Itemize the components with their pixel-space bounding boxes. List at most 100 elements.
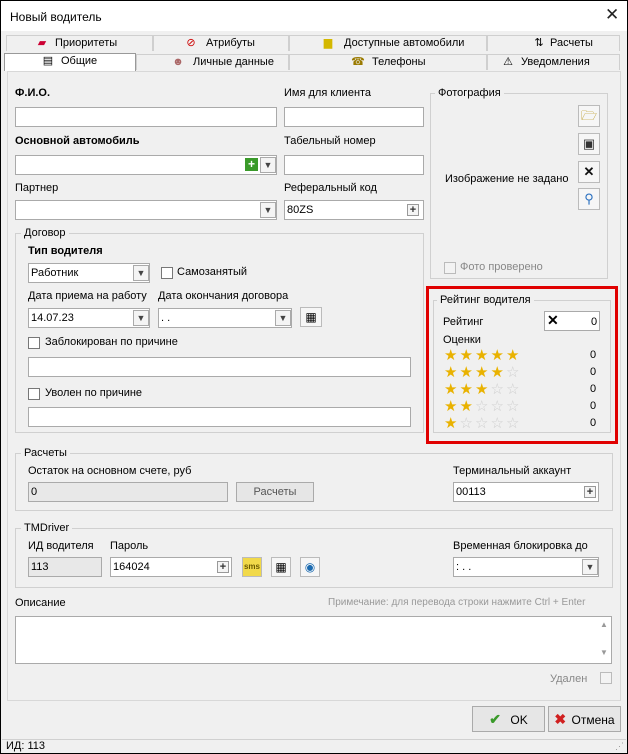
password-input[interactable]: 164024: [110, 557, 232, 577]
ok-label: OK: [510, 713, 528, 727]
tab-label: Атрибуты: [206, 37, 255, 49]
tab-phones[interactable]: ☎ Телефоны: [289, 54, 487, 70]
star-icon: ☆: [475, 415, 489, 432]
chevron-down-icon[interactable]: ▼: [582, 559, 598, 575]
star-icon: ☆: [506, 398, 520, 415]
hire-date-label: Дата приема на работу: [28, 290, 147, 302]
general-icon: ▤: [42, 55, 54, 67]
cancel-x-icon: ✖: [554, 711, 567, 727]
star-icon: ☆: [506, 415, 520, 432]
taxi-icon: ▆: [323, 37, 333, 49]
client-name-input[interactable]: [284, 107, 424, 127]
password-plus-icon[interactable]: +: [217, 561, 229, 573]
grade-count: 0: [590, 366, 597, 378]
referral-label: Реферальный код: [284, 182, 377, 194]
star-icon: ☆: [459, 415, 473, 432]
ok-button[interactable]: ✔ OK: [472, 706, 545, 732]
temp-block-input[interactable]: : . .: [453, 557, 599, 577]
blocked-checkbox[interactable]: [28, 337, 40, 349]
cancel-button[interactable]: ✖ Отмена: [548, 706, 621, 732]
terminal-label: Терминальный аккаунт: [453, 465, 572, 477]
deleted-checkbox[interactable]: [600, 672, 612, 684]
referral-plus-icon[interactable]: +: [407, 204, 419, 216]
star-icon: ★: [459, 364, 473, 381]
photo-verified-label: Фото проверено: [460, 261, 543, 273]
close-icon[interactable]: ✕: [605, 6, 619, 24]
save-icon[interactable]: ▣: [578, 133, 600, 155]
star-icon: ☆: [475, 398, 489, 415]
referral-input[interactable]: 80ZS: [284, 200, 424, 220]
star-icon: ★: [444, 364, 458, 381]
tab-number-label: Табельный номер: [284, 135, 376, 147]
tab-settlements[interactable]: ⇅ Расчеты: [487, 35, 620, 51]
description-scrollbar[interactable]: ▲ ▼: [597, 618, 611, 662]
password-label: Пароль: [110, 540, 149, 552]
partner-label: Партнер: [15, 182, 59, 194]
fired-checkbox[interactable]: [28, 388, 40, 400]
client-name-label: Имя для клиента: [284, 87, 372, 99]
photo-verified-checkbox[interactable]: [444, 262, 456, 274]
status-bar: ИД: 113: [2, 739, 626, 753]
open-folder-icon[interactable]: 🗁: [578, 105, 600, 127]
delete-x-icon[interactable]: ✕: [578, 161, 600, 183]
main-car-label: Основной автомобиль: [15, 135, 140, 147]
no-image-text: Изображение не задано: [445, 173, 569, 185]
end-date-input[interactable]: . .: [158, 308, 292, 328]
calendar-icon[interactable]: ▦: [300, 307, 322, 327]
star-icon: ★: [459, 398, 473, 415]
tab-number-input[interactable]: [284, 155, 424, 175]
sms-icon[interactable]: sms: [242, 557, 262, 577]
main-car-select[interactable]: [15, 155, 277, 175]
star-icon: ★: [475, 381, 489, 398]
resize-grip-icon[interactable]: ⋰: [615, 741, 624, 752]
tab-general[interactable]: ▤ Общие: [4, 53, 136, 71]
chevron-down-icon[interactable]: ▼: [275, 310, 291, 326]
tab-priorities[interactable]: ▰ Приоритеты: [6, 35, 153, 51]
driver-type-label: Тип водителя: [28, 245, 103, 257]
phone-icon: ☎: [351, 56, 365, 68]
star-icon: ★: [444, 415, 458, 432]
qr-code-icon[interactable]: ▦: [271, 557, 291, 577]
settlements-button[interactable]: Расчеты: [236, 482, 314, 502]
tab-label: Личные данные: [193, 56, 274, 68]
tab-label: Приоритеты: [55, 37, 118, 49]
title-bar: Новый водитель ✕: [1, 1, 627, 31]
partner-select[interactable]: [15, 200, 277, 220]
no-smoking-icon: ⊘: [186, 37, 196, 49]
star-icon: ☆: [506, 364, 520, 381]
fio-input[interactable]: [15, 107, 277, 127]
star-icon: ★: [444, 347, 458, 364]
star-icon: ☆: [506, 381, 520, 398]
chevron-down-icon[interactable]: ▼: [260, 157, 276, 173]
star-icon: ★: [490, 347, 504, 364]
magnifier-icon[interactable]: ⚲: [578, 188, 600, 210]
chevron-down-icon[interactable]: ▼: [133, 265, 149, 281]
star-icon: ★: [475, 347, 489, 364]
add-car-icon[interactable]: +: [245, 158, 258, 171]
chevron-down-icon[interactable]: ▼: [260, 202, 276, 218]
description-hint: Примечание: для перевода строки нажмите …: [328, 597, 586, 608]
blocked-reason-input[interactable]: [28, 357, 411, 377]
tab-notifications[interactable]: ⚠ Уведомления: [487, 54, 620, 70]
warning-icon: ⚠: [503, 56, 513, 68]
chevron-down-icon[interactable]: ▼: [133, 310, 149, 326]
fired-reason-input[interactable]: [28, 407, 411, 427]
tab-available-cars[interactable]: ▆ Доступные автомобили: [289, 35, 487, 51]
tab-label: Телефоны: [372, 56, 426, 68]
window-title: Новый водитель: [10, 10, 102, 24]
self-employed-label: Самозанятый: [177, 266, 248, 278]
self-employed-checkbox[interactable]: [161, 267, 173, 279]
contract-group-title: Договор: [21, 227, 69, 239]
tab-attributes[interactable]: ⊘ Атрибуты: [153, 35, 289, 51]
grade-count: 0: [590, 349, 597, 361]
hire-date-input[interactable]: 14.07.23: [28, 308, 150, 328]
description-textarea[interactable]: [15, 616, 612, 664]
balance-field: 0: [28, 482, 228, 502]
star-icon: ☆: [490, 398, 504, 415]
driver-type-select[interactable]: Работник: [28, 263, 150, 283]
terminal-plus-icon[interactable]: +: [584, 486, 596, 498]
terminal-input[interactable]: 00113: [453, 482, 599, 502]
globe-icon[interactable]: ◉: [300, 557, 320, 577]
star-icon: ★: [459, 381, 473, 398]
tab-personal-data[interactable]: ☻ Личные данные: [136, 54, 289, 70]
